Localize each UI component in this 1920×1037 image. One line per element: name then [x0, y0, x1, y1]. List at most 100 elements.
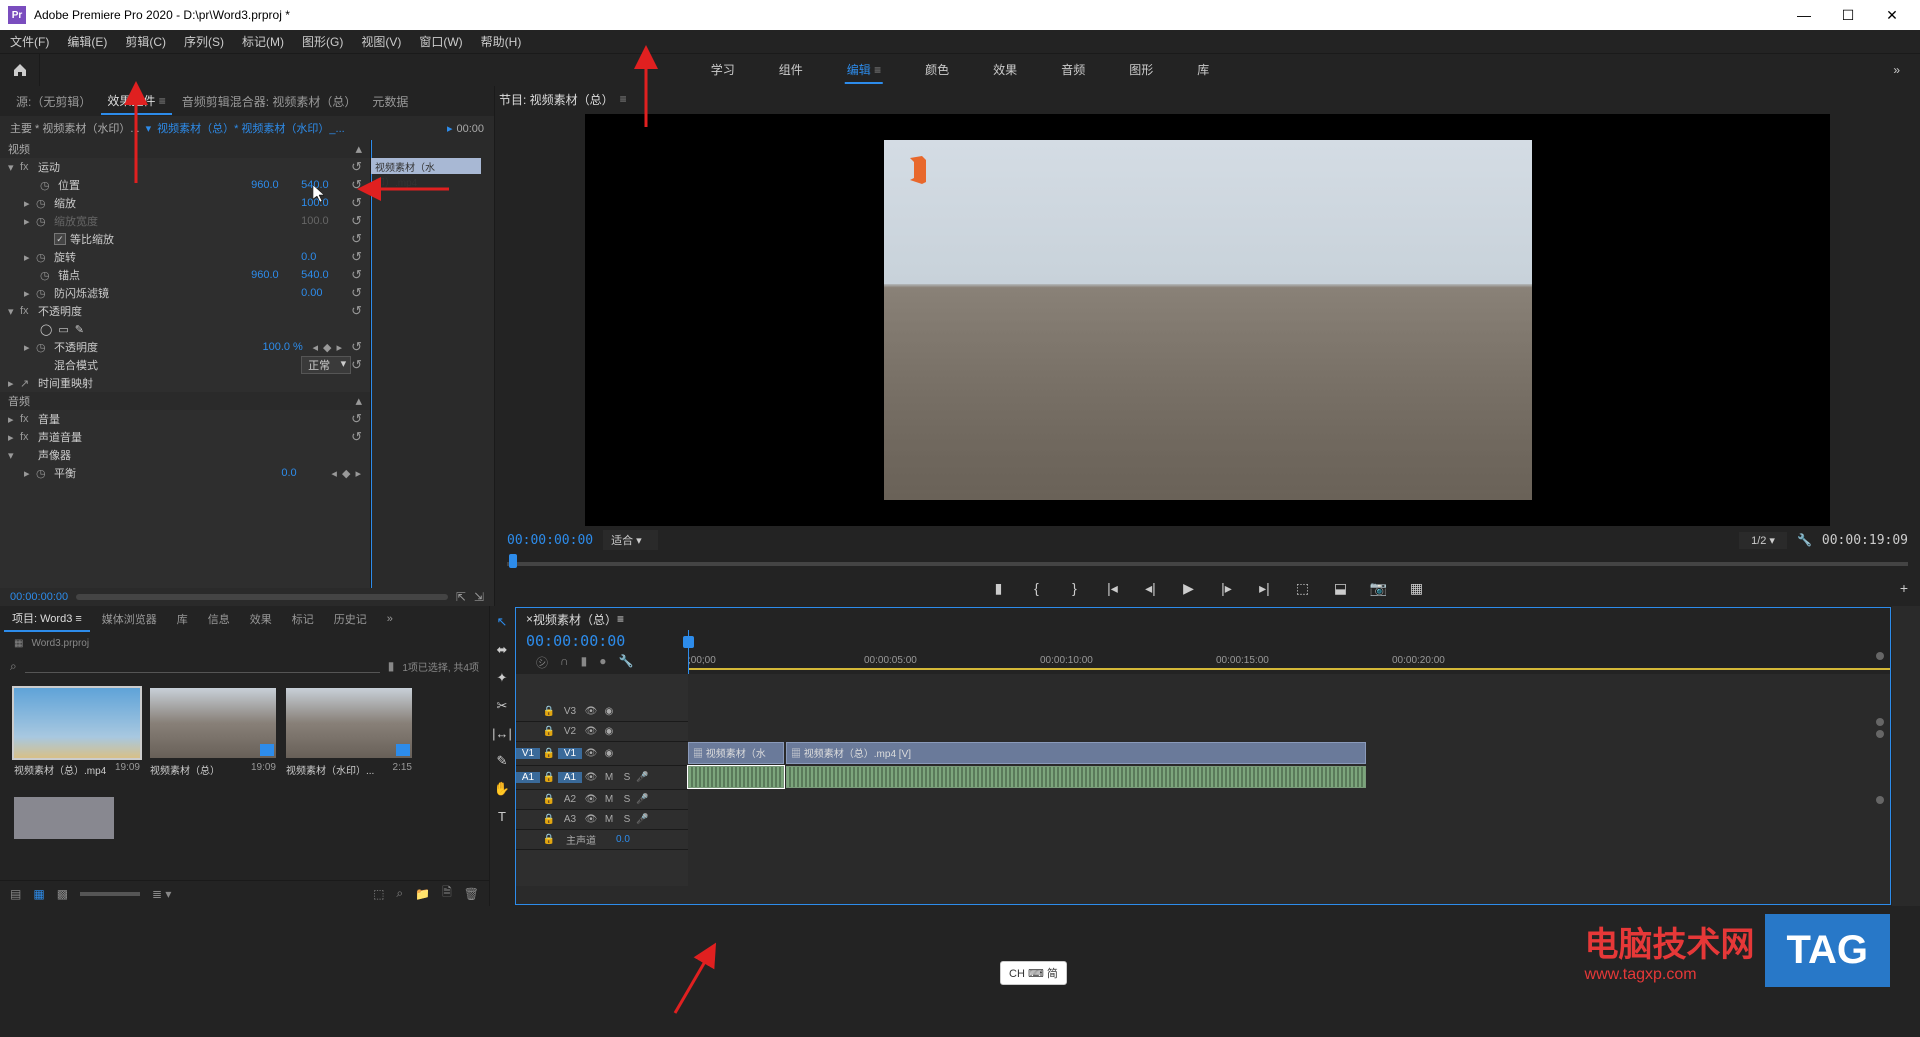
- pen-mask-icon[interactable]: ✎: [75, 323, 84, 336]
- anchor-y[interactable]: 540.0: [301, 269, 351, 281]
- tab-project[interactable]: 项目: Word3 ≡: [4, 606, 90, 632]
- menu-graphics[interactable]: 图形(G): [302, 33, 343, 50]
- lock-icon[interactable]: 🔒: [540, 706, 558, 717]
- export-frame-icon[interactable]: 📷: [1370, 580, 1388, 597]
- timeline-vscroll[interactable]: [1874, 648, 1886, 884]
- opacity-value[interactable]: 100.0 %: [262, 341, 312, 353]
- reset-icon[interactable]: ↺: [351, 231, 362, 247]
- mark-in-bracket-icon[interactable]: {: [1028, 580, 1046, 596]
- play-icon[interactable]: ▶: [1180, 580, 1198, 597]
- step-in-icon[interactable]: ⇱: [456, 590, 466, 604]
- video-clip-2[interactable]: ▦ 视频素材（总）.mp4 [V]: [786, 742, 1366, 764]
- freeform-view-icon[interactable]: ▩: [57, 887, 68, 901]
- menu-view[interactable]: 视图(V): [361, 33, 401, 50]
- reset-icon[interactable]: ↺: [351, 267, 362, 283]
- fx-opacity[interactable]: ▾fx不透明度↺: [0, 302, 370, 320]
- menu-edit[interactable]: 编辑(E): [67, 33, 107, 50]
- toggle-icon[interactable]: ◉: [600, 748, 618, 759]
- track-a1[interactable]: A1🔒A1👁MS🎤: [516, 766, 688, 790]
- rotation-value[interactable]: 0.0: [301, 251, 351, 263]
- marker-icon[interactable]: ▮: [581, 654, 588, 671]
- menu-clip[interactable]: 剪辑(C): [125, 33, 166, 50]
- lift-icon[interactable]: ⬚: [1294, 580, 1312, 597]
- voice-icon[interactable]: 🎤: [636, 794, 648, 805]
- track-v1[interactable]: V1🔒V1👁◉: [516, 742, 688, 766]
- balance-value[interactable]: 0.0: [281, 467, 331, 479]
- tab-effects-lower[interactable]: 效果: [242, 607, 280, 631]
- mark-in-icon[interactable]: ▮: [990, 580, 1008, 597]
- timeline-timecode[interactable]: 00:00:00:00: [526, 632, 678, 650]
- workspace-assembly[interactable]: 组件: [777, 57, 805, 84]
- stopwatch-icon[interactable]: ◷: [36, 251, 50, 264]
- snap-icon[interactable]: ㋛: [536, 654, 548, 671]
- solo-icon[interactable]: S: [618, 772, 636, 783]
- filter-icon[interactable]: ▮: [388, 659, 395, 673]
- menu-sequence[interactable]: 序列(S): [184, 33, 224, 50]
- reset-icon[interactable]: ↺: [351, 195, 362, 211]
- stopwatch-icon[interactable]: ◷: [36, 467, 50, 480]
- fit-dropdown[interactable]: 适合 ▾: [603, 530, 658, 550]
- fx-volume[interactable]: ▸fx音量↺: [0, 410, 370, 428]
- button-editor-icon[interactable]: +: [1900, 580, 1908, 596]
- audio-clip-1[interactable]: [688, 766, 784, 788]
- audio-clip-2[interactable]: [786, 766, 1366, 788]
- lock-icon[interactable]: 🔒: [540, 794, 558, 805]
- stopwatch-icon[interactable]: ◷: [40, 269, 54, 282]
- eye-icon[interactable]: 👁: [582, 726, 600, 737]
- workspace-libraries[interactable]: 库: [1195, 57, 1211, 84]
- reset-icon[interactable]: ↺: [351, 213, 362, 229]
- reset-icon[interactable]: ↺: [351, 339, 362, 355]
- voice-icon[interactable]: 🎤: [636, 814, 648, 825]
- maximize-button[interactable]: ☐: [1838, 5, 1858, 25]
- mute-icon[interactable]: M: [600, 772, 618, 783]
- track-select-tool-icon[interactable]: ⬌: [497, 642, 508, 658]
- tab-source[interactable]: 源:（无剪辑）: [10, 89, 97, 114]
- zoom-slider[interactable]: [76, 594, 448, 600]
- workspace-editing[interactable]: 编辑 ≡: [845, 57, 883, 84]
- minimize-button[interactable]: —: [1794, 5, 1814, 25]
- video-clip-1[interactable]: ▦ 视频素材（水印）: [688, 742, 784, 764]
- rect-mask-icon[interactable]: ▭: [58, 323, 68, 336]
- program-scrubber[interactable]: [507, 552, 1908, 570]
- tab-history[interactable]: 历史记: [326, 607, 375, 631]
- reset-icon[interactable]: ↺: [351, 303, 362, 319]
- delete-icon[interactable]: 🗑: [464, 887, 479, 901]
- reset-icon[interactable]: ↺: [351, 249, 362, 265]
- workspace-color[interactable]: 颜色: [923, 57, 951, 84]
- timeline-tracks-area[interactable]: ▦ 视频素材（水印） ▦ 视频素材（总）.mp4 [V]: [688, 674, 1890, 886]
- tab-effect-controls[interactable]: 效果控件 ≡: [101, 88, 171, 115]
- track-v2[interactable]: 🔒V2👁◉: [516, 722, 688, 742]
- collapse-icon[interactable]: ▴: [355, 141, 362, 157]
- track-v3[interactable]: 🔒V3👁◉: [516, 702, 688, 722]
- hand-tool-icon[interactable]: ✋: [494, 781, 510, 797]
- program-timecode[interactable]: 00:00:00:00: [507, 533, 593, 548]
- ellipse-mask-icon[interactable]: ◯: [40, 323, 52, 336]
- eye-icon[interactable]: 👁: [582, 772, 600, 783]
- project-item[interactable]: 视频素材（总）.mp419:09: [14, 688, 140, 777]
- timeline-tab[interactable]: × 视频素材（总） ≡: [516, 608, 1890, 630]
- reset-icon[interactable]: ↺: [351, 177, 362, 193]
- workspace-overflow[interactable]: »: [1893, 63, 1900, 77]
- solo-icon[interactable]: S: [618, 794, 636, 805]
- list-view-icon[interactable]: ▤: [10, 887, 21, 901]
- toggle-icon[interactable]: ◉: [600, 706, 618, 717]
- wrench-icon[interactable]: 🔧: [1797, 533, 1812, 547]
- mark-out-bracket-icon[interactable]: }: [1066, 580, 1084, 596]
- lock-icon[interactable]: 🔒: [540, 772, 558, 783]
- new-item-icon[interactable]: 🗎: [442, 883, 452, 904]
- timeline-ruler[interactable]: ;00;00 00:00:05:00 00:00:10:00 00:00:15:…: [688, 630, 1890, 674]
- tab-audio-mixer[interactable]: 音频剪辑混合器: 视频素材（总）: [176, 89, 363, 114]
- lock-icon[interactable]: 🔒: [540, 814, 558, 825]
- icon-view-icon[interactable]: ▦: [33, 887, 44, 901]
- ripple-tool-icon[interactable]: ✦: [497, 670, 508, 686]
- reset-icon[interactable]: ↺: [351, 429, 362, 445]
- stopwatch-icon[interactable]: ◷: [36, 197, 50, 210]
- step-forward-icon[interactable]: |▸: [1218, 580, 1236, 597]
- track-a3[interactable]: 🔒A3👁MS🎤: [516, 810, 688, 830]
- lock-icon[interactable]: 🔒: [540, 726, 558, 737]
- selection-tool-icon[interactable]: ↖: [497, 614, 508, 630]
- solo-icon[interactable]: S: [618, 814, 636, 825]
- lock-icon[interactable]: 🔒: [540, 748, 558, 759]
- auto-match-icon[interactable]: ⬚: [373, 887, 384, 901]
- eye-icon[interactable]: 👁: [582, 706, 600, 717]
